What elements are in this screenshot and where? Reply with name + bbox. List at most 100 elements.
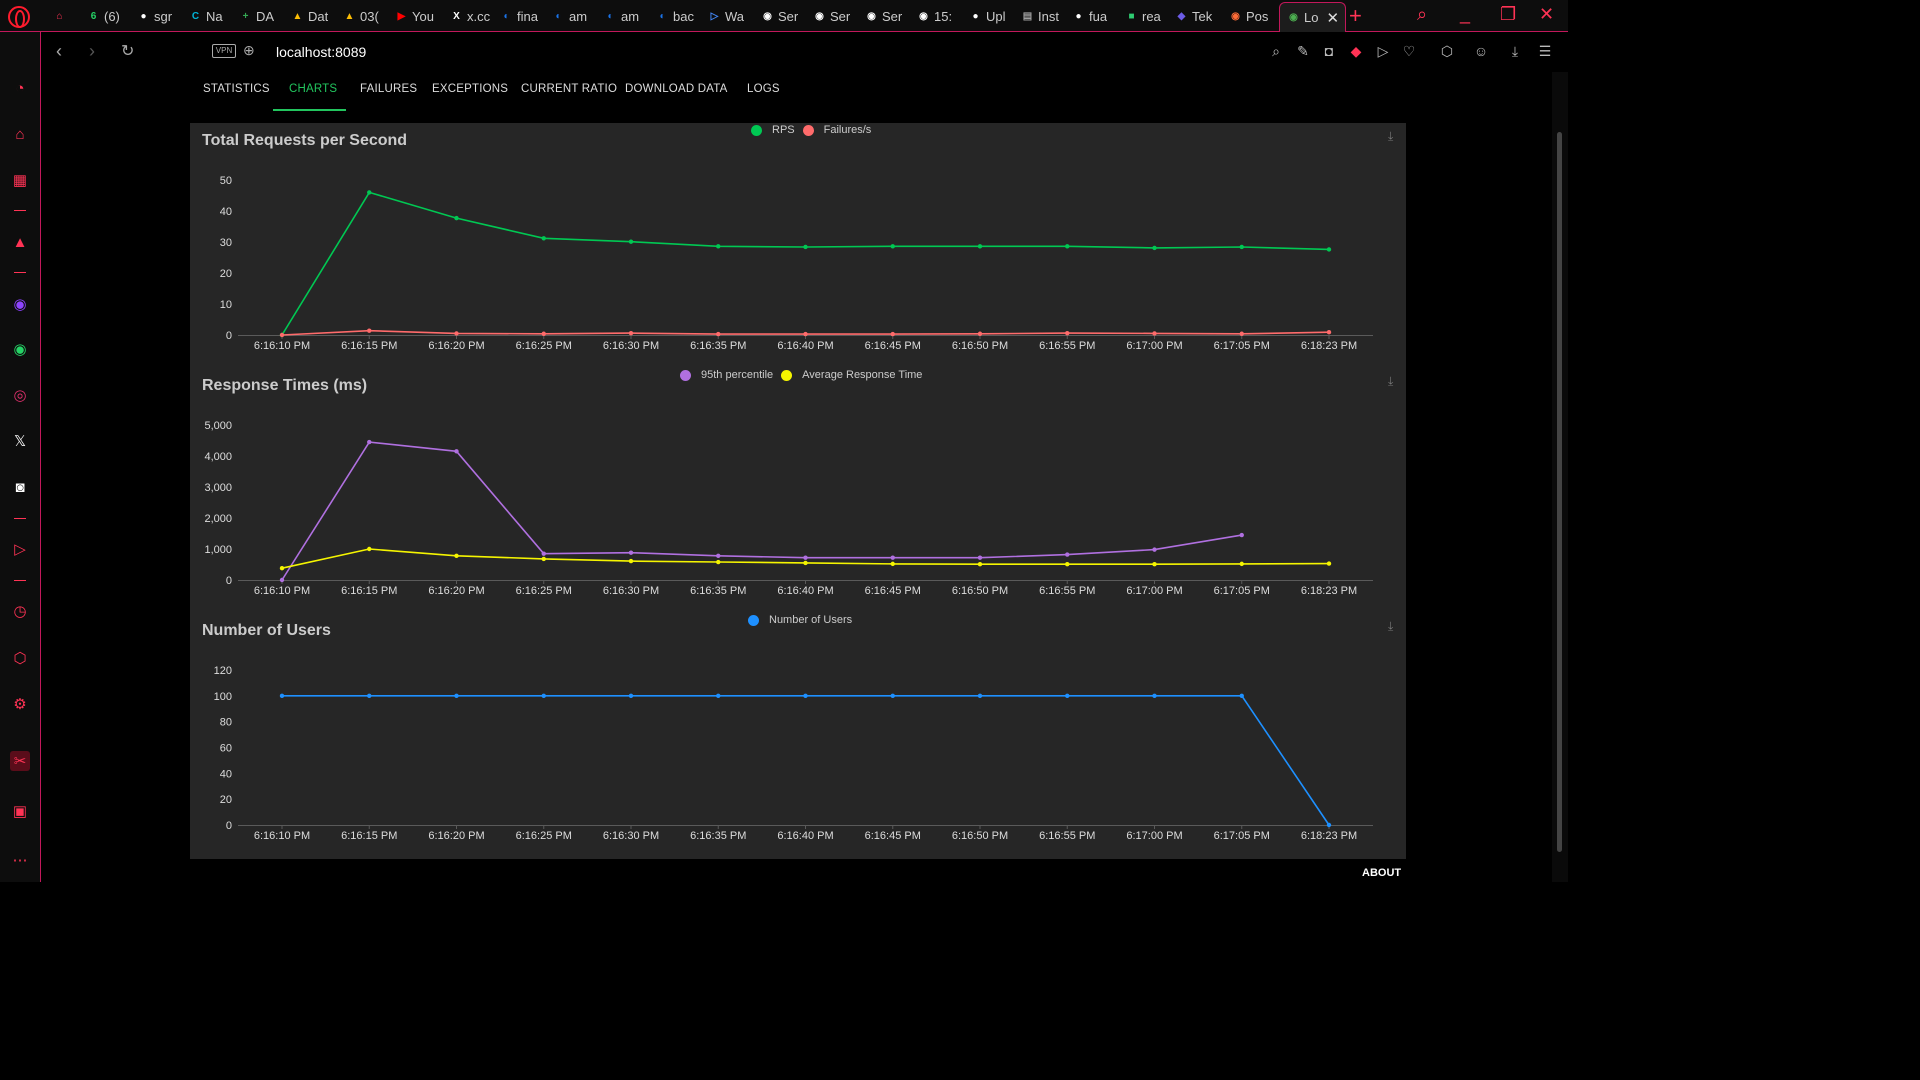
bag-icon[interactable]: ⌂ (10, 124, 30, 144)
y-tick-label: 120 (214, 665, 232, 677)
instagram-icon[interactable]: ◎ (10, 385, 30, 405)
tab-current-ratio[interactable]: CURRENT RATIO (521, 83, 617, 95)
browser-tab[interactable]: ◉ Ser (864, 5, 902, 27)
browser-tab[interactable]: ▤ Inst (1020, 5, 1059, 27)
download-icon[interactable]: ⤓ (1506, 43, 1524, 61)
tab-statistics[interactable]: STATISTICS (203, 83, 270, 95)
browser-tab[interactable]: ◉ Lo ✕ (1279, 2, 1347, 32)
aria-icon[interactable]: ▦ (10, 170, 30, 190)
browser-tab[interactable]: ⌂ (52, 5, 70, 27)
send-icon[interactable]: ▷ (1374, 43, 1392, 61)
browser-tab[interactable]: ▲ 03( (342, 5, 379, 27)
tab-download-data[interactable]: DOWNLOAD DATA (625, 83, 727, 95)
history-icon[interactable]: ◷ (10, 601, 30, 621)
browser-tab[interactable]: ▲ Dat (290, 5, 329, 27)
whatsapp-icon[interactable]: ◉ (10, 339, 30, 359)
tab-label: 03( (360, 8, 379, 24)
player-icon[interactable]: ▷ (10, 539, 30, 559)
close-window-button[interactable]: ✕ (1539, 4, 1554, 25)
scrollbar-thumb[interactable] (1557, 132, 1562, 852)
browser-tab[interactable]: ◉ Ser (812, 5, 850, 27)
data-point (367, 546, 372, 552)
page-search-icon[interactable]: ⌕ (1267, 43, 1285, 61)
x-twitter-icon[interactable]: 𝕏 (10, 431, 30, 451)
edit-icon[interactable]: ✎ (1294, 43, 1312, 61)
reload-icon[interactable]: ↻ (121, 41, 134, 61)
browser-tab[interactable]: ◆ Tek (1174, 5, 1213, 27)
discord-icon[interactable]: ◙ (10, 477, 30, 497)
sidebar-divider (14, 272, 26, 273)
url-field[interactable]: localhost:8089 (276, 44, 366, 60)
extensions-icon[interactable]: ⬡ (1438, 43, 1456, 61)
browser-tab[interactable]: C Na (188, 5, 223, 27)
settings-gear-icon[interactable]: ⚙ (10, 694, 30, 714)
restore-button[interactable]: ❐ (1500, 4, 1516, 25)
browser-tab[interactable]: ◉ Pos (1228, 5, 1268, 27)
tab-label: You (412, 8, 434, 24)
minimize-button[interactable]: _ (1460, 4, 1470, 25)
search-tabs-icon[interactable]: ⌕ (1417, 4, 1427, 25)
new-tab-button[interactable]: + (1349, 3, 1362, 29)
browser-tab[interactable]: 6 (6) (86, 5, 120, 27)
aria-ai-icon[interactable]: ▲ (10, 232, 30, 252)
back-button[interactable]: ‹ (56, 41, 62, 62)
heart-icon[interactable]: ♡ (1400, 43, 1418, 61)
tab-failures[interactable]: FAILURES (360, 83, 417, 95)
data-point (454, 553, 459, 559)
tab-label: Upl (986, 8, 1006, 24)
adblock-shield-icon[interactable]: ◆ (1347, 43, 1365, 61)
x-tick-label: 6:18:23 PM (1301, 830, 1357, 842)
about-link[interactable]: ABOUT (1362, 867, 1401, 879)
browser-tab[interactable]: ◐ bac (655, 5, 694, 27)
page-scrollbar[interactable] (1552, 72, 1568, 882)
opera-logo-icon[interactable] (8, 6, 30, 28)
camera-snapshot-icon[interactable]: ◘ (1320, 43, 1338, 61)
browser-tab[interactable]: ● sgr (136, 5, 172, 27)
x-tick-label: 6:16:15 PM (341, 585, 397, 597)
x-tick-label: 6:16:20 PM (428, 340, 484, 352)
browser-tab[interactable]: ● Upl (968, 5, 1006, 27)
x-tick-label: 6:16:35 PM (690, 340, 746, 352)
tab-exceptions[interactable]: EXCEPTIONS (432, 83, 508, 95)
easy-setup-icon[interactable]: ☰ (1536, 43, 1554, 61)
x-tick-label: 6:16:50 PM (952, 830, 1008, 842)
x-tick-label: 6:16:15 PM (341, 830, 397, 842)
tab-favicon-icon: X (453, 10, 460, 22)
extensions-cube-icon[interactable]: ⬡ (10, 648, 30, 668)
data-point (1152, 331, 1157, 336)
data-point (716, 331, 721, 337)
browser-tab[interactable]: ◐ am (551, 5, 587, 27)
browser-sidebar: ◔ ⌂ ▦ ▲ ◉ ◉ ◎ 𝕏 ◙ ▷ ◷ ⬡ ⚙ ✂ ▣ ⋯ (0, 32, 41, 882)
browser-tab[interactable]: ■ rea (1124, 5, 1160, 27)
x-tick-label: 6:16:40 PM (777, 340, 833, 352)
close-tab-icon[interactable]: ✕ (1326, 9, 1339, 27)
y-tick-label: 3,000 (204, 482, 232, 494)
browser-tab[interactable]: ◉ Ser (760, 5, 798, 27)
browser-tab[interactable]: ◉ 15: (916, 5, 952, 27)
vpn-badge[interactable]: VPN (212, 44, 236, 58)
forward-button[interactable]: › (89, 41, 95, 62)
tab-charts[interactable]: CHARTS (289, 83, 337, 95)
browser-tab[interactable]: ▶ You (394, 5, 434, 27)
browser-tab[interactable]: Xx.cc (449, 5, 490, 27)
tools-icon[interactable]: ✂ (10, 751, 30, 771)
browser-tab[interactable]: ▷ Wa (707, 5, 744, 27)
data-point (890, 555, 895, 560)
tab-logs[interactable]: LOGS (747, 83, 780, 95)
data-point (279, 332, 285, 338)
browser-tab[interactable]: ● fua (1071, 5, 1107, 27)
profile-icon[interactable]: ☺ (1472, 43, 1490, 61)
messenger-icon[interactable]: ◉ (10, 294, 30, 314)
browser-tab[interactable]: + DA (238, 5, 274, 27)
browser-tab[interactable]: ◐ am (603, 5, 639, 27)
speed-dial-icon[interactable]: ◔ (10, 78, 30, 98)
tab-label: Tek (1192, 8, 1213, 24)
data-point (803, 331, 808, 337)
tab-favicon-icon: ● (972, 10, 979, 22)
browser-tab[interactable]: ◐ fina (499, 5, 538, 27)
data-point (1065, 244, 1070, 249)
site-info-globe-icon[interactable]: ⊕ (243, 42, 255, 59)
data-point (279, 566, 285, 571)
gallery-icon[interactable]: ▣ (10, 801, 30, 821)
more-options-icon[interactable]: ⋯ (10, 850, 30, 870)
